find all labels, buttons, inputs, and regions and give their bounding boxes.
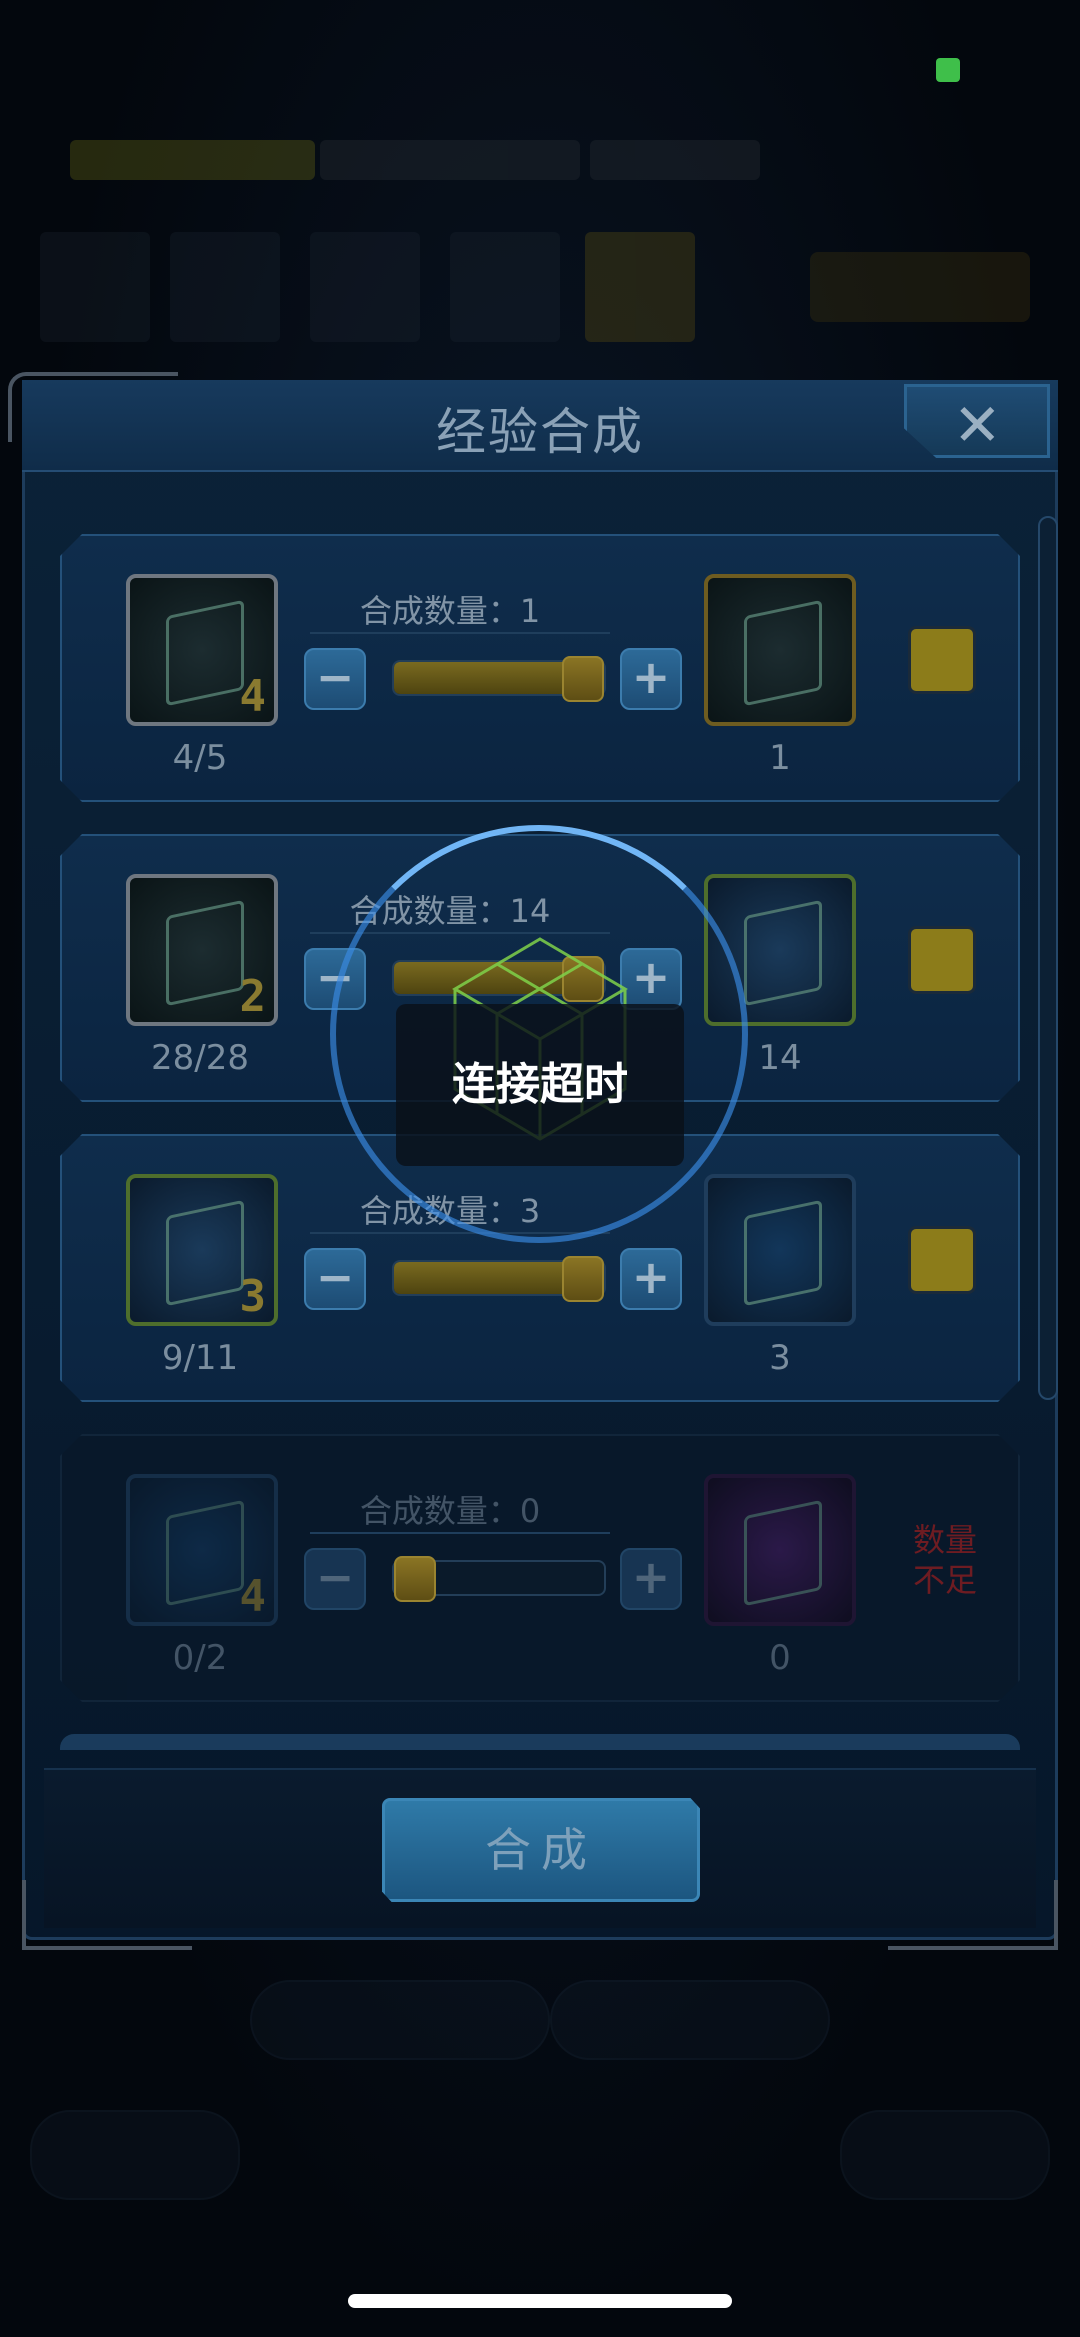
compose-button[interactable]: 合成 <box>382 1798 700 1902</box>
increase-button[interactable]: + <box>620 1248 682 1310</box>
exp-cube-icon <box>166 1499 244 1607</box>
bg-tab <box>450 232 560 342</box>
bg-button <box>30 2110 240 2200</box>
result-count: 1 <box>769 738 791 778</box>
quantity-slider[interactable] <box>392 1256 606 1302</box>
increase-button[interactable]: + <box>620 648 682 710</box>
result-item-slot[interactable] <box>704 1474 856 1626</box>
source-count: 9/11 <box>161 1338 239 1378</box>
insufficient-quantity-label: 数量 不足 <box>912 1521 977 1599</box>
home-indicator[interactable] <box>348 2294 732 2308</box>
slider-handle[interactable] <box>562 1256 604 1302</box>
source-item-slot[interactable]: 4 <box>126 1474 278 1626</box>
resource-bar <box>20 130 760 190</box>
divider <box>310 632 610 634</box>
exp-cube-icon <box>744 899 822 1007</box>
source-count: 0/2 <box>172 1638 228 1678</box>
close-button[interactable]: ✕ <box>904 384 1050 458</box>
bg-tab <box>40 232 150 342</box>
slider-fill <box>394 1262 583 1294</box>
bg-button <box>550 1980 830 2060</box>
bg-button <box>810 252 1030 322</box>
quantity-slider[interactable] <box>392 1556 606 1602</box>
quantity-label: 合成数量：0 <box>359 1492 541 1530</box>
divider <box>310 1532 610 1534</box>
result-item-slot[interactable] <box>704 1174 856 1326</box>
quantity-label: 合成数量：1 <box>359 592 541 630</box>
bg-button <box>840 2110 1050 2200</box>
select-checkbox[interactable] <box>908 626 976 694</box>
exp-cube-icon <box>744 1499 822 1607</box>
slider-fill <box>394 662 583 694</box>
item-level: 3 <box>239 1271 267 1322</box>
item-level: 4 <box>239 1571 267 1622</box>
resource-gold <box>70 140 315 180</box>
increase-button[interactable]: + <box>620 1548 682 1610</box>
result-count: 3 <box>769 1338 791 1378</box>
slider-handle[interactable] <box>562 656 604 702</box>
synthesis-row: 4 合成数量：0 − + 0/2 0 数量 不足 <box>60 1434 1020 1702</box>
quantity-slider[interactable] <box>392 656 606 702</box>
exp-cube-icon <box>166 899 244 1007</box>
background-bottom-buttons <box>0 1960 1080 2260</box>
slider-handle[interactable] <box>394 1556 436 1602</box>
exp-cube-icon <box>744 599 822 707</box>
bg-tab <box>310 232 420 342</box>
exp-cube-icon <box>166 1199 244 1307</box>
status-indicator-icon <box>936 58 960 82</box>
timeout-toast: 连接超时 <box>396 1004 684 1166</box>
select-checkbox[interactable] <box>908 926 976 994</box>
resource-energy <box>590 140 760 180</box>
source-count: 4/5 <box>172 738 228 778</box>
item-level: 2 <box>239 971 267 1022</box>
decrease-button[interactable]: − <box>304 648 366 710</box>
source-count: 28/28 <box>151 1038 249 1078</box>
scrollbar[interactable] <box>1038 516 1058 1400</box>
source-item-slot[interactable]: 4 <box>126 574 278 726</box>
result-count: 0 <box>769 1638 791 1678</box>
result-item-slot[interactable] <box>704 574 856 726</box>
select-checkbox[interactable] <box>908 1226 976 1294</box>
exp-cube-icon <box>744 1199 822 1307</box>
next-row-edge <box>60 1734 1020 1750</box>
close-icon: ✕ <box>953 391 1002 459</box>
background-tabs <box>40 232 1040 342</box>
decrease-button[interactable]: − <box>304 1548 366 1610</box>
item-level: 4 <box>239 671 267 722</box>
source-item-slot[interactable]: 2 <box>126 874 278 1026</box>
toast-message: 连接超时 <box>452 1059 628 1110</box>
resource-gems <box>320 140 580 180</box>
bg-button <box>250 1980 550 2060</box>
synthesis-row: 4 合成数量：1 − + 4/5 1 <box>60 534 1020 802</box>
bg-tab <box>585 232 695 342</box>
exp-cube-icon <box>166 599 244 707</box>
source-item-slot[interactable]: 3 <box>126 1174 278 1326</box>
bg-tab <box>170 232 280 342</box>
decrease-button[interactable]: − <box>304 1248 366 1310</box>
